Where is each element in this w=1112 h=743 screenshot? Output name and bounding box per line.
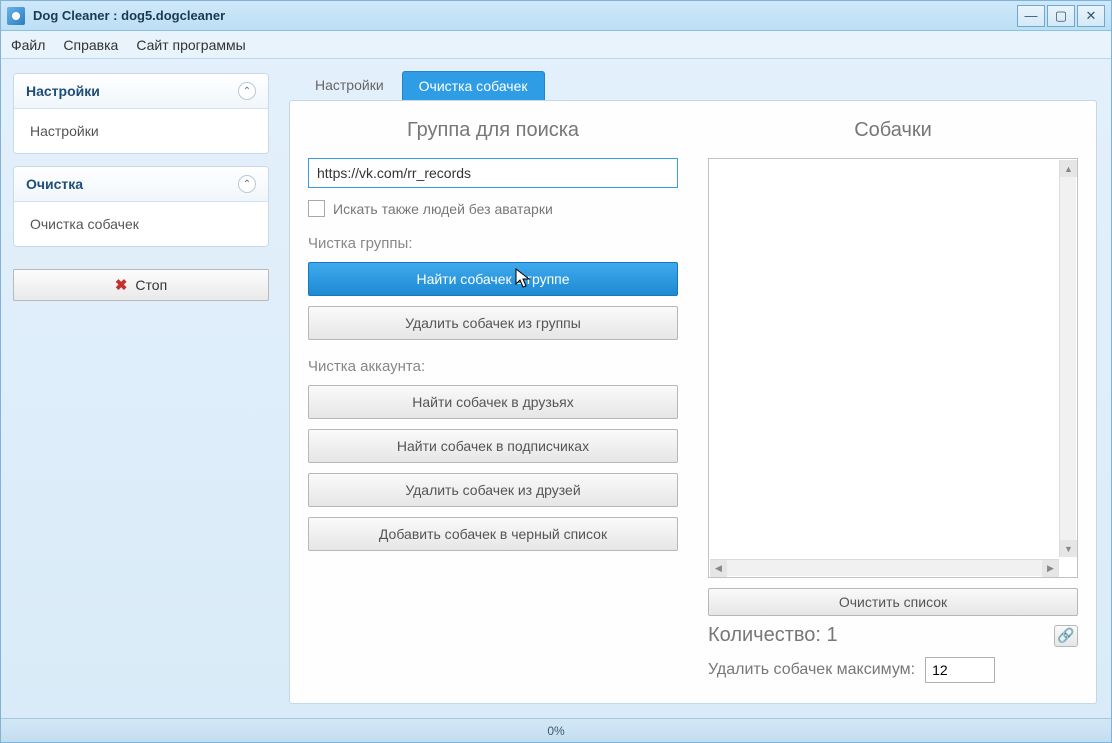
app-window: Dog Cleaner : dog5.dogcleaner — ▢ ✕ Файл… [0, 0, 1112, 743]
delete-dogs-friends-button[interactable]: Удалить собачек из друзей [308, 473, 678, 507]
close-button[interactable]: ✕ [1077, 5, 1105, 27]
tab-content: Группа для поиска Искать также людей без… [289, 100, 1097, 704]
find-dogs-subscribers-button[interactable]: Найти собачек в подписчиках [308, 429, 678, 463]
maximize-button[interactable]: ▢ [1047, 5, 1075, 27]
stop-button-label: Стоп [135, 277, 167, 293]
account-clean-label: Чистка аккаунта: [308, 358, 678, 375]
panel-title-settings: Настройки [26, 83, 100, 99]
chevron-up-icon[interactable]: ⌃ [238, 175, 256, 193]
delete-dogs-group-button[interactable]: Удалить собачек из группы [308, 306, 678, 340]
progress-label: 0% [547, 724, 564, 738]
dogs-column: Собачки ▲ ▼ ◀ ▶ Очистить список Ко [708, 115, 1078, 683]
clear-list-button[interactable]: Очистить список [708, 588, 1078, 616]
chevron-up-icon[interactable]: ⌃ [238, 82, 256, 100]
menubar: Файл Справка Сайт программы [1, 31, 1111, 59]
sidebar-panel-clean: Очистка ⌃ Очистка собачек [13, 166, 269, 247]
menu-site[interactable]: Сайт программы [136, 37, 245, 53]
scroll-left-icon[interactable]: ◀ [710, 560, 727, 577]
horizontal-scrollbar[interactable]: ◀ ▶ [710, 559, 1059, 576]
titlebar: Dog Cleaner : dog5.dogcleaner — ▢ ✕ [1, 1, 1111, 31]
stop-button[interactable]: ✖ Стоп [13, 269, 269, 301]
tabs: Настройки Очистка собачек [289, 71, 1097, 100]
sidebar: Настройки ⌃ Настройки Очистка ⌃ Очистка … [1, 59, 281, 718]
dogs-listbox[interactable]: ▲ ▼ ◀ ▶ [708, 158, 1078, 578]
statusbar: 0% [1, 718, 1111, 742]
dogs-heading: Собачки [708, 119, 1078, 142]
sidebar-panel-settings: Настройки ⌃ Настройки [13, 73, 269, 154]
panel-title-clean: Очистка [26, 176, 83, 192]
max-delete-input[interactable] [925, 657, 995, 683]
menu-file[interactable]: Файл [11, 37, 45, 53]
scroll-up-icon[interactable]: ▲ [1060, 160, 1077, 177]
no-avatar-checkbox-row[interactable]: Искать также людей без аватарки [308, 200, 678, 217]
tab-settings[interactable]: Настройки [299, 71, 400, 100]
close-icon: ✖ [115, 276, 128, 294]
sidebar-item-settings[interactable]: Настройки [14, 109, 268, 153]
main-area: Настройки Очистка собачек Группа для пои… [281, 59, 1111, 718]
no-avatar-label: Искать также людей без аватарки [333, 201, 553, 217]
checkbox-icon[interactable] [308, 200, 325, 217]
vertical-scrollbar[interactable]: ▲ ▼ [1059, 160, 1076, 557]
panel-header-clean[interactable]: Очистка ⌃ [14, 167, 268, 202]
scroll-right-icon[interactable]: ▶ [1042, 560, 1059, 577]
tab-clean-dogs[interactable]: Очистка собачек [402, 71, 545, 100]
sidebar-item-clean-dogs[interactable]: Очистка собачек [14, 202, 268, 246]
count-label: Количество: 1 [708, 624, 838, 647]
body: Настройки ⌃ Настройки Очистка ⌃ Очистка … [1, 59, 1111, 718]
group-url-input[interactable] [308, 158, 678, 188]
find-dogs-group-button[interactable]: Найти собачек в группе [308, 262, 678, 296]
minimize-button[interactable]: — [1017, 5, 1045, 27]
window-title: Dog Cleaner : dog5.dogcleaner [33, 8, 1015, 23]
menu-help[interactable]: Справка [63, 37, 118, 53]
scroll-down-icon[interactable]: ▼ [1060, 540, 1077, 557]
find-dogs-friends-button[interactable]: Найти собачек в друзьях [308, 385, 678, 419]
link-icon[interactable]: 🔗 [1054, 625, 1078, 647]
app-icon [7, 7, 25, 25]
group-clean-label: Чистка группы: [308, 235, 678, 252]
blacklist-dogs-button[interactable]: Добавить собачек в черный список [308, 517, 678, 551]
group-search-heading: Группа для поиска [308, 119, 678, 142]
max-delete-label: Удалить собачек максимум: [708, 661, 915, 679]
group-search-column: Группа для поиска Искать также людей без… [308, 115, 678, 683]
panel-header-settings[interactable]: Настройки ⌃ [14, 74, 268, 109]
